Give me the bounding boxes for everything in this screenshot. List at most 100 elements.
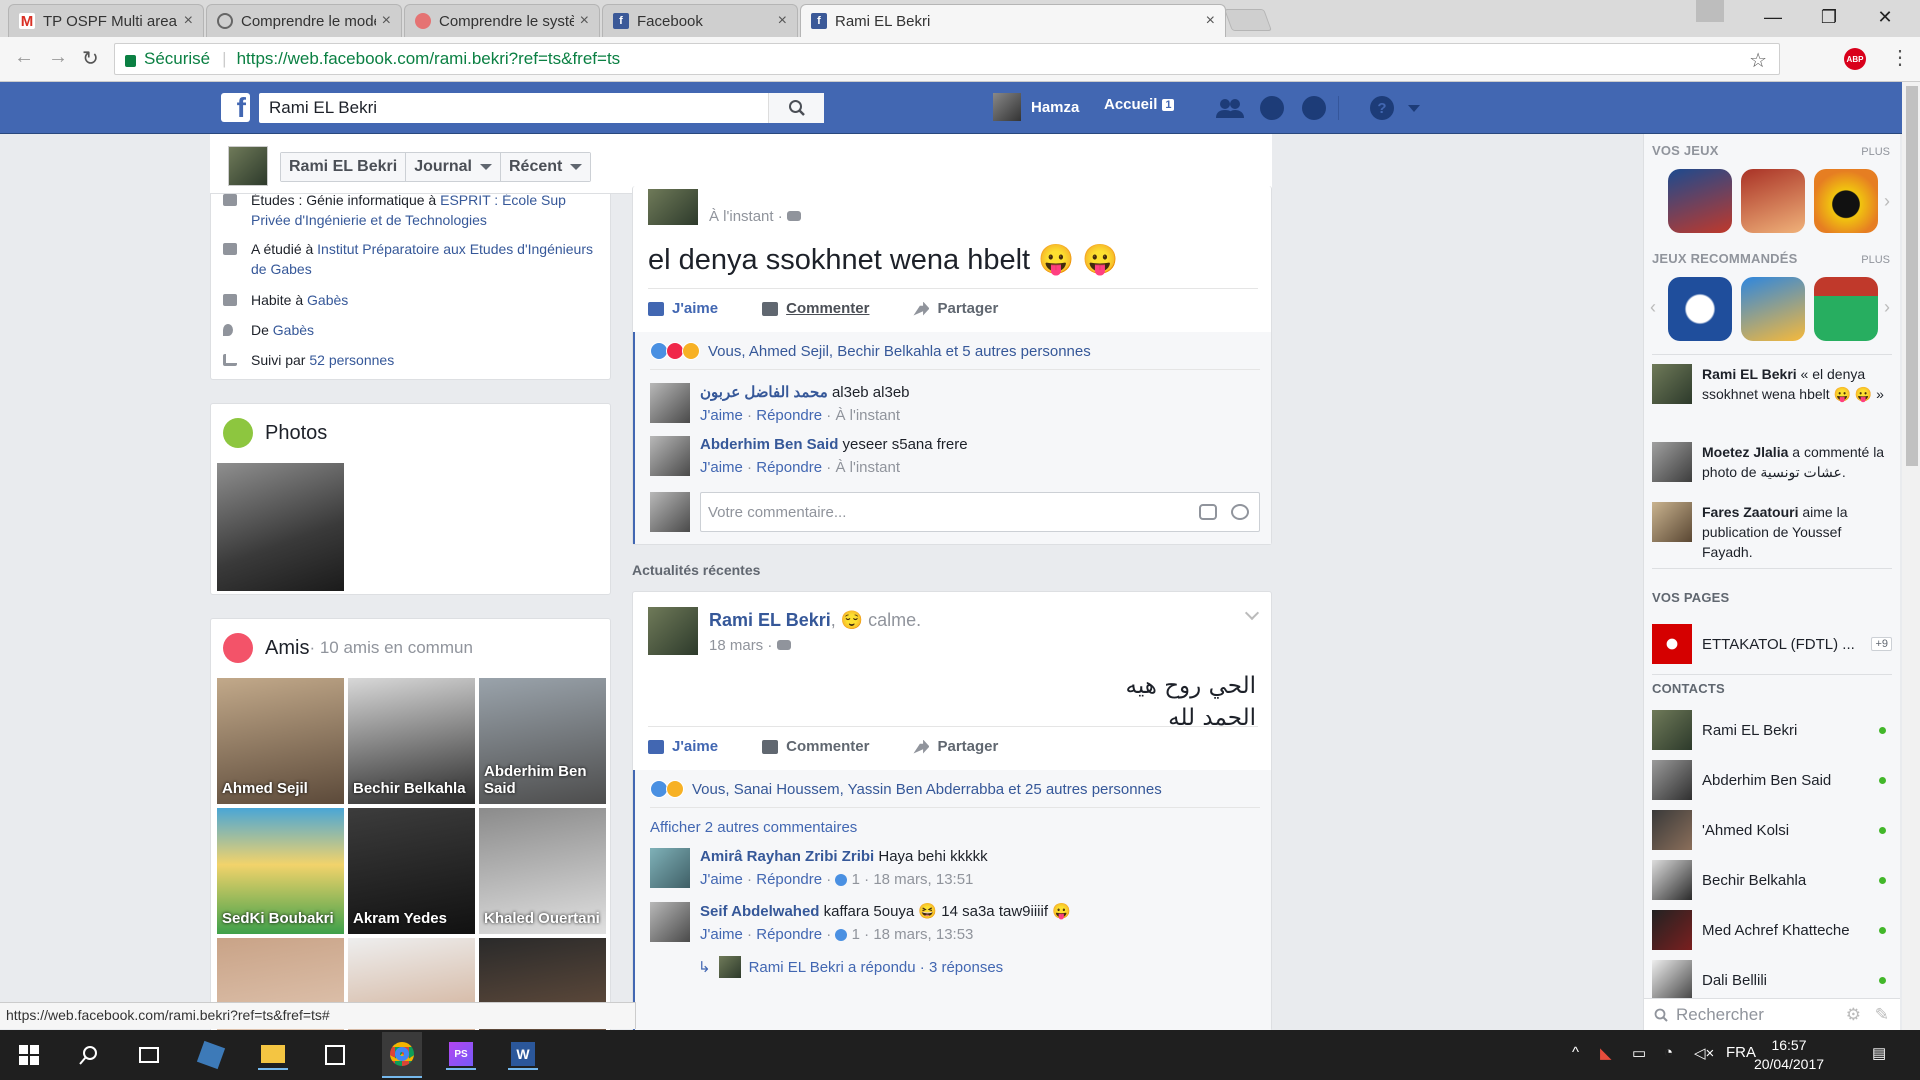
- comment-like-link[interactable]: J'aime: [700, 407, 743, 424]
- game-pes-icon[interactable]: [1668, 169, 1732, 233]
- home-link[interactable]: Accueil 1: [1104, 96, 1175, 113]
- friend-requests-icon[interactable]: [1216, 96, 1244, 120]
- chrome-icon[interactable]: [382, 1032, 422, 1078]
- contact-item[interactable]: Dali Bellili: [1652, 960, 1892, 1000]
- post-options-chevron-icon[interactable]: [1244, 605, 1260, 621]
- secure-indicator[interactable]: Sécurisé: [125, 49, 210, 69]
- avatar[interactable]: [650, 902, 690, 942]
- contact-item[interactable]: 'Ahmed Kolsi: [1652, 810, 1892, 850]
- bookmark-star-icon[interactable]: ☆: [1749, 48, 1767, 73]
- avatar[interactable]: [228, 146, 268, 186]
- user-profile-icon[interactable]: [1696, 0, 1724, 22]
- close-tab-icon[interactable]: ×: [382, 12, 391, 30]
- comment-time[interactable]: 18 mars, 13:53: [873, 926, 973, 943]
- comment-time[interactable]: À l'instant: [835, 459, 900, 476]
- avatar[interactable]: [650, 383, 690, 423]
- warning-icon[interactable]: ◣: [1600, 1044, 1612, 1062]
- view-more-comments-link[interactable]: Afficher 2 autres commentaires: [650, 819, 857, 836]
- tab-gmail[interactable]: M TP OSPF Multi area - har ×: [8, 4, 204, 37]
- tab-comprendre-systeme[interactable]: Comprendre le système ×: [404, 4, 600, 37]
- url-field[interactable]: Sécurisé | https://web.facebook.com/rami…: [114, 43, 1780, 75]
- page-scrollbar[interactable]: [1902, 82, 1920, 1030]
- post-time[interactable]: 18 mars ·: [709, 637, 791, 654]
- restore-icon[interactable]: ❐: [1806, 0, 1852, 34]
- account-menu-icon[interactable]: [1408, 105, 1420, 112]
- post-time[interactable]: À l'instant ·: [709, 208, 801, 225]
- comment-button[interactable]: Commenter: [762, 738, 869, 755]
- volume-muted-icon[interactable]: ◁×: [1694, 1044, 1714, 1062]
- profile-link[interactable]: Hamza: [993, 93, 1079, 121]
- comment-time[interactable]: À l'instant: [835, 407, 900, 424]
- new-tab-button[interactable]: [1223, 9, 1273, 31]
- gear-icon[interactable]: ⚙: [1846, 1005, 1861, 1025]
- followers-link[interactable]: 52 personnes: [309, 352, 394, 368]
- phpstorm-icon[interactable]: PS: [446, 1040, 476, 1070]
- commenter-name[interactable]: Seif Abdelwahed: [700, 903, 819, 920]
- avatar[interactable]: [650, 848, 690, 888]
- comment-input[interactable]: Votre commentaire...: [700, 492, 1260, 532]
- recent-dropdown[interactable]: Récent: [501, 153, 591, 181]
- share-button[interactable]: Partager: [913, 738, 998, 755]
- notifications-icon[interactable]: [1302, 96, 1326, 120]
- game-poker-icon[interactable]: [1668, 277, 1732, 341]
- close-window-icon[interactable]: ✕: [1862, 0, 1908, 34]
- camera-icon[interactable]: [1199, 504, 1217, 520]
- avatar[interactable]: [648, 607, 698, 655]
- comment-reply-link[interactable]: Répondre: [756, 407, 822, 424]
- friend-tile[interactable]: Ahmed Sejil: [217, 678, 344, 804]
- chevron-right-icon[interactable]: ›: [1884, 191, 1890, 212]
- share-button[interactable]: Partager: [913, 300, 998, 317]
- hometown-link[interactable]: Gabès: [273, 322, 314, 338]
- chevron-right-icon[interactable]: ›: [1884, 297, 1890, 318]
- reactions-summary[interactable]: Vous, Sanai Houssem, Yassin Ben Abderrab…: [650, 780, 1162, 798]
- close-tab-icon[interactable]: ×: [580, 12, 589, 30]
- city-link[interactable]: Gabès: [307, 292, 348, 308]
- commenter-name[interactable]: Abderhim Ben Said: [700, 436, 838, 453]
- game-8-ball-pool-icon[interactable]: [1814, 169, 1878, 233]
- close-tab-icon[interactable]: ×: [778, 12, 787, 30]
- tray-chevron-up-icon[interactable]: ^: [1572, 1044, 1579, 1061]
- chat-search-input[interactable]: Rechercher ⚙ ✎: [1644, 998, 1900, 1030]
- game-belote-icon[interactable]: [1741, 169, 1805, 233]
- journal-dropdown[interactable]: Journal: [406, 153, 501, 181]
- game-new-icon[interactable]: [1741, 277, 1805, 341]
- tab-facebook[interactable]: f Facebook ×: [602, 4, 798, 37]
- messages-icon[interactable]: [1260, 96, 1284, 120]
- comment-like-count[interactable]: 1: [852, 871, 860, 888]
- game-fts15-icon[interactable]: [1814, 277, 1878, 341]
- comment-like-link[interactable]: J'aime: [700, 871, 743, 888]
- windows-start-icon[interactable]: [14, 1040, 44, 1070]
- word-icon[interactable]: W: [508, 1040, 538, 1070]
- close-tab-icon[interactable]: ×: [1206, 12, 1215, 30]
- profile-name-button[interactable]: Rami EL Bekri: [281, 153, 407, 181]
- tab-comprendre-modele[interactable]: Comprendre le modèle M ×: [206, 4, 402, 37]
- friends-title[interactable]: Amis · 10 amis en commun: [223, 633, 473, 663]
- close-tab-icon[interactable]: ×: [184, 12, 193, 30]
- comment-reply-link[interactable]: Répondre: [756, 871, 822, 888]
- comment-time[interactable]: 18 mars, 13:51: [873, 871, 973, 888]
- commenter-name[interactable]: Amirâ Rayhan Zribi Zribi: [700, 848, 874, 865]
- clock[interactable]: 16:57 20/04/2017: [1745, 1036, 1833, 1074]
- commenter-name[interactable]: محمد الفاضل عربون: [700, 384, 828, 401]
- friend-tile[interactable]: Abderhim Ben Said: [479, 678, 606, 804]
- like-button[interactable]: J'aime: [648, 738, 718, 755]
- like-button[interactable]: J'aime: [648, 300, 718, 317]
- reload-icon[interactable]: ↻: [82, 46, 99, 71]
- ticker-item[interactable]: Fares Zaatouri aime la publication de Yo…: [1652, 502, 1892, 562]
- action-center-icon[interactable]: ▤: [1872, 1044, 1886, 1062]
- photos-title[interactable]: Photos: [223, 418, 327, 448]
- file-explorer-icon[interactable]: [258, 1040, 288, 1070]
- chevron-left-icon[interactable]: ‹: [1650, 297, 1656, 318]
- store-icon[interactable]: [320, 1040, 350, 1070]
- emoji-icon[interactable]: [1231, 504, 1249, 520]
- reactions-summary[interactable]: Vous, Ahmed Sejil, Bechir Belkahla et 5 …: [650, 342, 1091, 360]
- search-icon[interactable]: [74, 1040, 104, 1070]
- games-more-link[interactable]: PLUS: [1861, 146, 1890, 158]
- tab-rami-el-bekri[interactable]: f Rami EL Bekri ×: [800, 4, 1226, 37]
- task-view-icon[interactable]: [134, 1040, 164, 1070]
- photo-thumbnail[interactable]: [217, 463, 344, 591]
- ticker-item[interactable]: Moetez Jlalia a commenté la photo de عشا…: [1652, 442, 1892, 487]
- comment-reply-link[interactable]: Répondre: [756, 459, 822, 476]
- adblock-icon[interactable]: ABP: [1844, 48, 1866, 70]
- search-button[interactable]: [768, 93, 824, 123]
